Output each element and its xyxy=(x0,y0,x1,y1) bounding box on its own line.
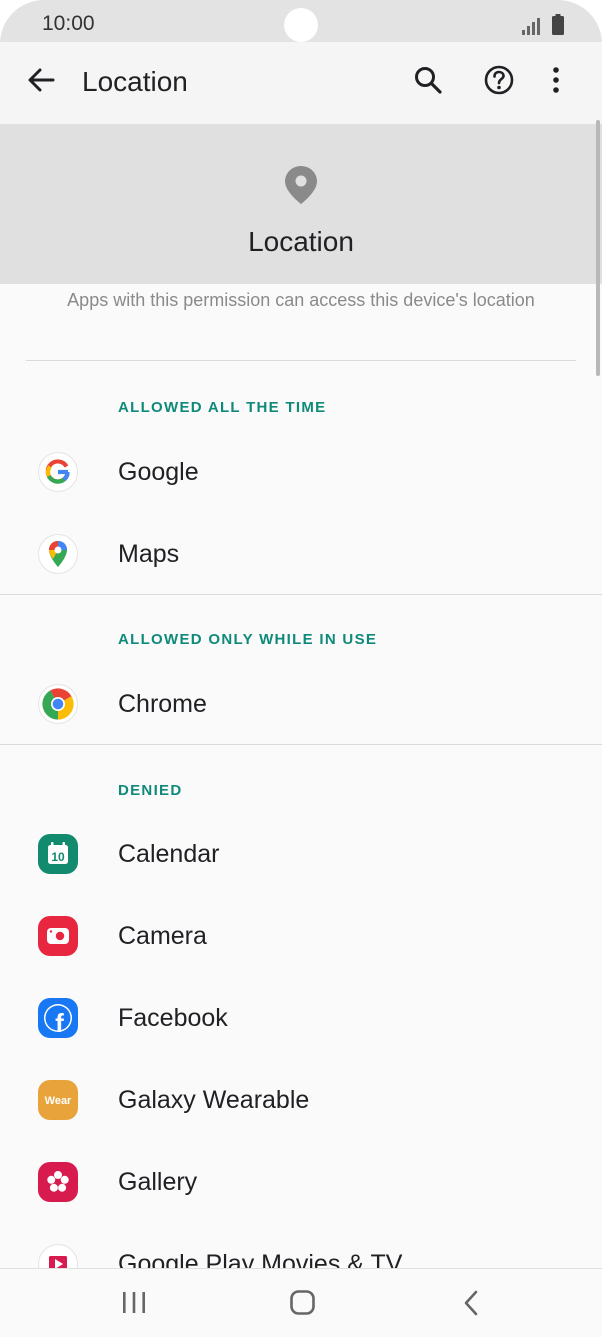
calendar-icon: 10 xyxy=(38,834,78,874)
phone-screen: 10:00 Location Location Apps with this p… xyxy=(0,0,602,1337)
scrollbar[interactable] xyxy=(596,120,600,376)
more-options-icon[interactable] xyxy=(540,64,572,96)
app-row-google[interactable]: Google xyxy=(0,432,602,512)
location-pin-icon xyxy=(285,166,317,204)
permission-hero: Location xyxy=(0,124,602,284)
back-arrow-icon[interactable] xyxy=(26,65,56,95)
maps-icon xyxy=(38,534,78,574)
wear-icon: Wear xyxy=(38,1080,78,1120)
app-name: Galaxy Wearable xyxy=(118,1086,310,1114)
back-nav-icon[interactable] xyxy=(462,1290,480,1316)
app-name: Camera xyxy=(118,922,207,950)
battery-icon xyxy=(552,14,564,35)
divider xyxy=(0,594,602,595)
app-name: Chrome xyxy=(118,690,207,718)
app-row-maps[interactable]: Maps xyxy=(0,514,602,594)
wear-icon-text: Wear xyxy=(45,1095,72,1107)
section-header-allowed-all-time: ALLOWED ALL THE TIME xyxy=(118,399,327,416)
facebook-icon-glyph: f xyxy=(55,1008,64,1038)
app-row-gallery[interactable]: Gallery xyxy=(0,1142,602,1222)
app-name: Facebook xyxy=(118,1004,228,1032)
facebook-icon: f xyxy=(38,998,78,1038)
app-name: Maps xyxy=(118,540,180,568)
status-bar: 10:00 xyxy=(0,0,602,42)
app-bar: Location xyxy=(0,42,602,124)
app-name: Google xyxy=(118,458,199,486)
navigation-bar xyxy=(0,1268,602,1337)
app-row-chrome[interactable]: Chrome xyxy=(0,664,602,744)
google-icon xyxy=(38,452,78,492)
section-header-allowed-while-in-use: ALLOWED ONLY WHILE IN USE xyxy=(118,631,378,648)
app-name: Gallery xyxy=(118,1168,198,1196)
home-icon[interactable] xyxy=(290,1290,315,1316)
page-title: Location xyxy=(82,66,188,97)
recent-apps-icon[interactable] xyxy=(121,1291,147,1315)
gallery-icon xyxy=(38,1162,78,1202)
app-row-galaxy-wearable[interactable]: Wear Galaxy Wearable xyxy=(0,1060,602,1140)
calendar-icon-date: 10 xyxy=(51,850,65,864)
camera-icon xyxy=(38,916,78,956)
help-icon[interactable] xyxy=(483,64,515,96)
app-row-facebook[interactable]: f Facebook xyxy=(0,978,602,1058)
permission-description: Apps with this permission can access thi… xyxy=(67,290,535,310)
divider xyxy=(0,744,602,745)
divider xyxy=(26,360,576,361)
search-icon[interactable] xyxy=(412,64,444,96)
status-icons xyxy=(522,14,564,35)
front-camera xyxy=(284,8,318,42)
signal-icon xyxy=(522,18,540,35)
app-name: Calendar xyxy=(118,840,220,868)
app-row-calendar[interactable]: 10 Calendar xyxy=(0,814,602,894)
status-time: 10:00 xyxy=(42,12,95,35)
hero-title: Location xyxy=(248,226,354,257)
app-row-camera[interactable]: Camera xyxy=(0,896,602,976)
chrome-icon xyxy=(38,684,78,724)
section-header-denied: DENIED xyxy=(118,782,183,799)
